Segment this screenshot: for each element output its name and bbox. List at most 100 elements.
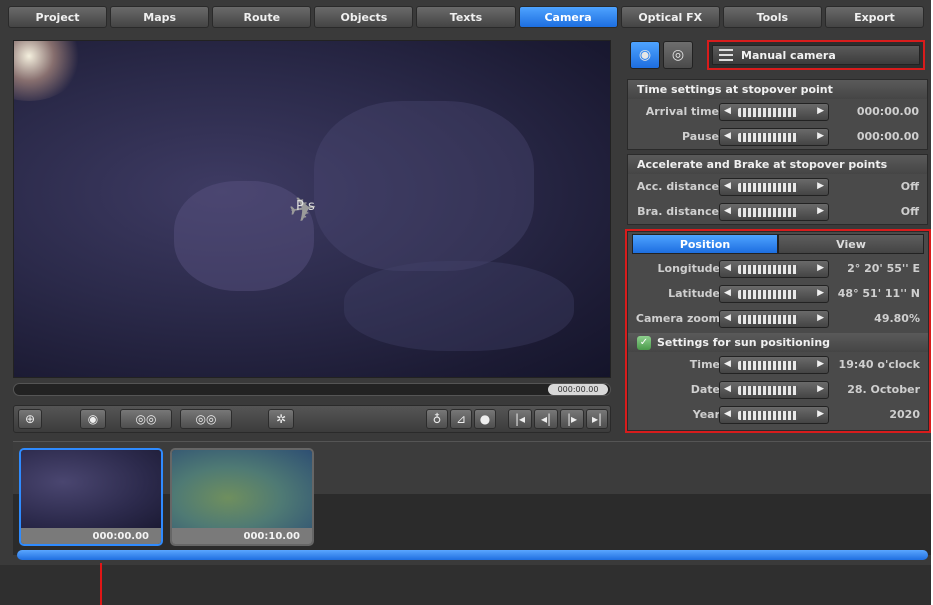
right-arrow-icon[interactable]: ▶ [817,263,824,273]
latitude-slider[interactable]: ◀ ▶ [719,285,829,303]
row-label: Year [692,408,720,421]
camera-mode-select[interactable]: Manual camera [712,45,920,65]
left-arrow-icon[interactable]: ◀ [724,181,731,191]
main-tab-bar: Project Maps Route Objects Texts Camera … [8,6,924,30]
left-arrow-icon[interactable]: ◀ [724,106,731,116]
row-value: 2° 20' 55'' E [847,262,920,275]
menu-icon [719,49,733,61]
map-viewport[interactable]: ✈ P s [13,40,611,378]
timeline-clip[interactable]: 000:10.00 [170,448,314,546]
right-arrow-icon[interactable]: ▶ [817,288,824,298]
right-arrow-icon[interactable]: ▶ [817,106,824,116]
camera-mode-label: Manual camera [741,48,836,62]
position-panel-highlight: Position View Longitude ◀ ▶ 2° 20' 55'' E… [625,229,931,433]
row-value: 49.80% [874,312,920,325]
step-back-icon[interactable]: ◂| [534,409,558,429]
clip-thumbnail [21,450,161,530]
arrival-time-row: Arrival time ◀ ▶ 000:00.00 [628,99,927,124]
timeline[interactable]: 000:00.00 000:10.00 [13,441,931,555]
camera-move-icon[interactable]: ◎◎ [180,409,232,429]
right-arrow-icon[interactable]: ▶ [817,313,824,323]
row-label: Camera zoom [635,312,720,325]
camera-settings-icon[interactable]: ✲ [268,409,294,429]
tab-optical-fx[interactable]: Optical FX [620,6,720,28]
preview-timecode: 000:00.00 [548,384,608,395]
camera-alt-icon: ◎ [671,47,685,63]
pause-slider[interactable]: ◀ ▶ [719,128,829,146]
panel-title: Settings for sun positioning [657,336,831,349]
acc-distance-slider[interactable]: ◀ ▶ [719,178,829,196]
tab-maps[interactable]: Maps [110,6,210,28]
tab-view[interactable]: View [778,234,924,254]
tab-position[interactable]: Position [632,234,778,254]
left-arrow-icon[interactable]: ◀ [724,206,731,216]
camera-mode-button[interactable]: ◉ [630,41,660,69]
sun-year-row: Year ◀ ▶ 2020 [628,402,928,427]
playhead-marker[interactable] [100,563,102,605]
angle-icon[interactable]: ⊿ [450,409,472,429]
timeline-clip[interactable]: 000:00.00 [19,448,163,546]
tab-camera[interactable]: Camera [518,6,618,28]
left-arrow-icon[interactable]: ◀ [724,288,731,298]
row-value: Off [900,205,919,218]
row-label: Acc. distance [636,180,719,193]
row-label: Arrival time [645,105,719,118]
camera-mode-alt-button[interactable]: ◎ [663,41,693,69]
left-arrow-icon[interactable]: ◀ [724,313,731,323]
row-label: Latitude [668,287,720,300]
step-forward-icon[interactable]: |▸ [560,409,584,429]
timeline-track[interactable] [17,550,928,560]
skip-start-icon[interactable]: |◂ [508,409,532,429]
sun-date-row: Date ◀ ▶ 28. October [628,377,928,402]
tab-objects[interactable]: Objects [314,6,414,28]
row-value: 2020 [889,408,920,421]
tab-export[interactable]: Export [824,6,924,28]
row-label: Time [689,358,720,371]
right-arrow-icon[interactable]: ▶ [817,359,824,369]
bra-distance-slider[interactable]: ◀ ▶ [719,203,829,221]
row-label: Date [690,383,720,396]
sun-year-slider[interactable]: ◀ ▶ [719,406,829,424]
camera-photo-icon[interactable]: ◉ [80,409,106,429]
preview-timebar[interactable] [13,383,611,396]
left-arrow-icon[interactable]: ◀ [724,384,731,394]
row-value: 19:40 o'clock [838,358,920,371]
right-arrow-icon[interactable]: ▶ [817,206,824,216]
clip-thumbnail [172,450,312,530]
bra-distance-row: Bra. distance ◀ ▶ Off [628,199,927,224]
position-panel: Position View Longitude ◀ ▶ 2° 20' 55'' E… [627,231,929,431]
sun-settings-checkbox[interactable]: ✓ [637,335,651,350]
row-label: Longitude [657,262,720,275]
tab-project[interactable]: Project [8,6,108,28]
map-landmass [314,101,534,271]
right-arrow-icon[interactable]: ▶ [817,131,824,141]
sun-settings-header[interactable]: ✓ Settings for sun positioning [628,333,928,352]
right-arrow-icon[interactable]: ▶ [817,409,824,419]
camera-add-remove-icon[interactable]: ◎◎ [120,409,172,429]
row-value: 48° 51' 11'' N [837,287,920,300]
camera-icon: ◉ [638,47,652,63]
left-arrow-icon[interactable]: ◀ [724,131,731,141]
skip-end-icon[interactable]: ▸| [586,409,608,429]
left-arrow-icon[interactable]: ◀ [724,409,731,419]
tab-tools[interactable]: Tools [722,6,822,28]
right-arrow-icon[interactable]: ▶ [817,181,824,191]
tab-texts[interactable]: Texts [416,6,516,28]
camera-zoom-slider[interactable]: ◀ ▶ [719,310,829,328]
sun-date-slider[interactable]: ◀ ▶ [719,381,829,399]
arrival-time-slider[interactable]: ◀ ▶ [719,103,829,121]
target-icon[interactable]: ⊕ [18,409,42,429]
globe-icon[interactable]: ● [474,409,496,429]
pin-icon[interactable]: ♁ [426,409,448,429]
panel-title: Time settings at stopover point [628,80,927,99]
left-arrow-icon[interactable]: ◀ [724,263,731,273]
latitude-row: Latitude ◀ ▶ 48° 51' 11'' N [628,281,928,306]
clip-timecode: 000:00.00 [21,528,161,544]
row-value: 000:00.00 [856,105,919,118]
row-label: Pause [681,130,719,143]
sun-time-slider[interactable]: ◀ ▶ [719,356,829,374]
right-arrow-icon[interactable]: ▶ [817,384,824,394]
longitude-slider[interactable]: ◀ ▶ [719,260,829,278]
left-arrow-icon[interactable]: ◀ [724,359,731,369]
tab-route[interactable]: Route [212,6,312,28]
